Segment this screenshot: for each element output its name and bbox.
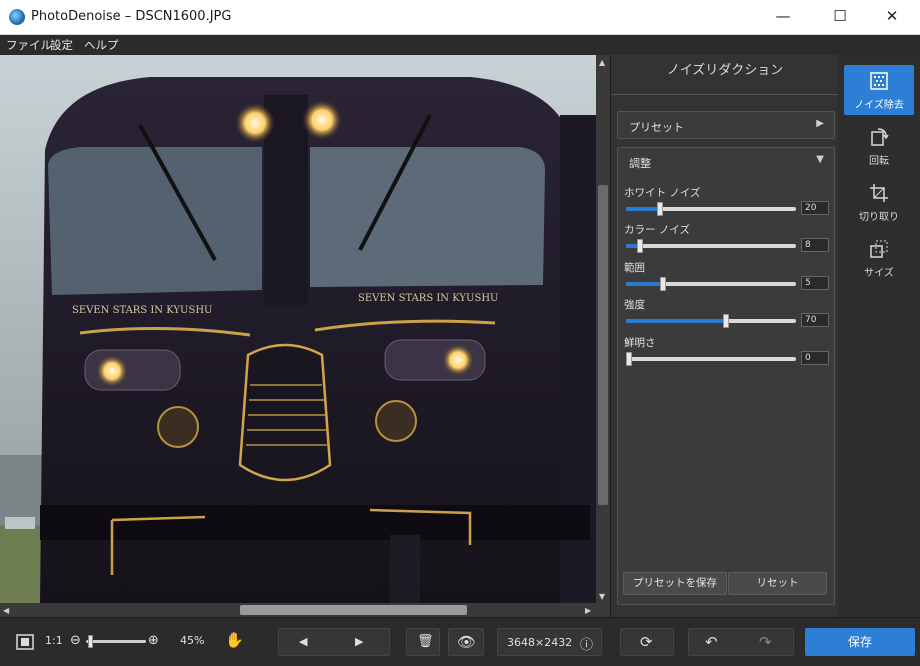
tool-resize[interactable]: サイズ [844, 233, 914, 283]
slider-track[interactable] [626, 277, 796, 291]
expand-right-icon: ▶ [816, 118, 824, 129]
noise-reduction-panel: ノイズリダクション プリセット ▶ 調整 ▼ ホワイト ノイズ 20 カラー ノ… [610, 55, 839, 617]
menu-help[interactable]: ヘルプ [84, 37, 119, 53]
tool-label: 回転 [869, 156, 889, 167]
actual-size-button[interactable]: 1:1 [45, 634, 63, 647]
undo-icon[interactable]: ↶ [705, 633, 718, 651]
slider-fill [626, 207, 660, 211]
fit-screen-icon[interactable] [16, 634, 34, 650]
slider-label: ホワイト ノイズ [624, 187, 701, 199]
bottom-toolbar: 1:1 ⊖ ⊕ 45% ✋ ◀ ▶ 🗑 👁 3648×2432 ⓘ ⟳ ↶ ↷ … [0, 617, 920, 666]
horizontal-scrollbar[interactable]: ◀ ▶ [0, 603, 596, 617]
image-dimensions: 3648×2432 [507, 636, 573, 649]
value-field[interactable]: 8 [801, 238, 829, 252]
zoom-knob[interactable] [88, 635, 93, 648]
hand-tool-icon[interactable]: ✋ [225, 631, 244, 649]
collapse-down-icon[interactable]: ▼ [816, 154, 824, 165]
tool-crop[interactable]: 切り取り [844, 177, 914, 227]
save-button[interactable]: 保存 [805, 628, 915, 656]
next-image-icon[interactable]: ▶ [355, 635, 363, 648]
slider-fill [626, 319, 726, 323]
trash-icon: 🗑 [417, 634, 434, 649]
adjust-label[interactable]: 調整 [618, 148, 834, 175]
scroll-right-icon[interactable]: ▶ [585, 606, 591, 615]
previous-image-icon[interactable]: ◀ [299, 635, 307, 648]
slider-label: 鮮明さ [624, 337, 656, 349]
redo-icon[interactable]: ↷ [759, 633, 772, 651]
image-info: 3648×2432 ⓘ [497, 628, 602, 656]
zoom-in-icon[interactable]: ⊕ [148, 633, 159, 648]
vertical-scroll-thumb[interactable] [598, 185, 608, 505]
slider-track[interactable] [626, 202, 796, 216]
value-field[interactable]: 20 [801, 201, 829, 215]
zoom-level: 45% [180, 634, 205, 647]
slider-fill [626, 282, 663, 286]
minimize-button[interactable]: — [760, 0, 806, 35]
tool-label: 切り取り [859, 212, 899, 223]
adjust-section: 調整 ▼ ホワイト ノイズ 20 カラー ノイズ 8 範囲 5 強度 70 鮮明… [617, 147, 835, 605]
zoom-out-icon[interactable]: ⊖ [70, 633, 81, 648]
slider-track[interactable] [626, 352, 796, 366]
save-preset-button[interactable]: プリセットを保存 [623, 572, 727, 595]
value-field[interactable]: 0 [801, 351, 829, 365]
zoom-slider[interactable] [86, 635, 146, 648]
rotate-icon [871, 128, 889, 146]
slider-track[interactable] [626, 239, 796, 253]
tool-noise[interactable]: ノイズ除去 [844, 65, 914, 115]
slider-knob[interactable] [657, 202, 663, 216]
tool-strip: ノイズ除去 回転 切り取り サイズ [838, 55, 920, 617]
vertical-scrollbar[interactable]: ▲ ▼ [596, 55, 610, 603]
navigation-group: ◀ ▶ [278, 628, 390, 656]
close-button[interactable]: ✕ [869, 0, 915, 35]
app-icon [9, 9, 25, 25]
preset-label: プリセット [629, 121, 684, 134]
window-title: PhotoDenoise – DSCN1600.JPG [31, 9, 232, 24]
scroll-left-icon[interactable]: ◀ [3, 606, 9, 615]
slider-knob[interactable] [723, 314, 729, 328]
tool-label: サイズ [864, 268, 894, 279]
scroll-down-icon[interactable]: ▼ [599, 592, 605, 601]
title-bar: PhotoDenoise – DSCN1600.JPG — ☐ ✕ [0, 0, 920, 35]
menu-bar: ファイル 設定 ヘルプ [0, 35, 920, 55]
delete-button[interactable]: 🗑 [406, 628, 440, 656]
crop-icon [870, 184, 888, 202]
slider-knob[interactable] [637, 239, 643, 253]
slider-knob[interactable] [660, 277, 666, 291]
image-viewport[interactable]: SEVEN STARS IN KYUSHU SEVEN STARS IN KYU… [0, 55, 596, 603]
eye-icon: 👁 [457, 633, 477, 651]
photo-train: SEVEN STARS IN KYUSHU SEVEN STARS IN KYU… [0, 55, 596, 603]
slider-track[interactable] [626, 314, 796, 328]
noise-icon [870, 72, 888, 90]
maximize-button[interactable]: ☐ [817, 0, 863, 35]
value-field[interactable]: 70 [801, 313, 829, 327]
tool-rotate[interactable]: 回転 [844, 121, 914, 171]
resize-icon [870, 240, 888, 258]
history-group: ↶ ↷ [688, 628, 794, 656]
preview-toggle-button[interactable]: 👁 [448, 628, 484, 656]
menu-file[interactable]: ファイル [6, 37, 52, 53]
menu-settings[interactable]: 設定 [50, 37, 73, 53]
slider-label: 範囲 [624, 262, 645, 274]
slider-label: カラー ノイズ [624, 224, 691, 236]
info-icon[interactable]: ⓘ [580, 634, 593, 653]
value-field[interactable]: 5 [801, 276, 829, 290]
train-logo-right: SEVEN STARS IN KYUSHU [358, 293, 498, 304]
refresh-icon: ⟳ [640, 633, 653, 651]
preset-section[interactable]: プリセット ▶ [617, 111, 835, 139]
slider-knob[interactable] [626, 352, 632, 366]
compare-button[interactable]: ⟳ [620, 628, 674, 656]
slider-label: 強度 [624, 299, 645, 311]
panel-title: ノイズリダクション [611, 55, 839, 95]
train-logo-left: SEVEN STARS IN KYUSHU [72, 305, 212, 316]
horizontal-scroll-thumb[interactable] [240, 605, 467, 615]
tool-label: ノイズ除去 [854, 100, 904, 111]
scroll-up-icon[interactable]: ▲ [599, 58, 605, 67]
reset-button[interactable]: リセット [728, 572, 827, 595]
scroll-corner [596, 603, 610, 617]
